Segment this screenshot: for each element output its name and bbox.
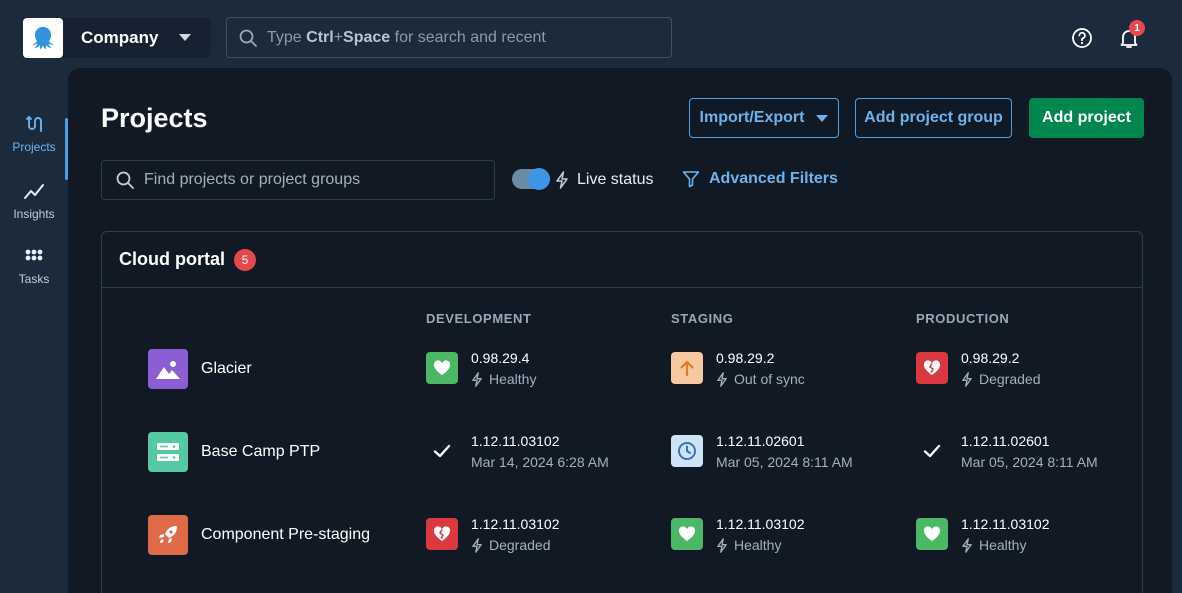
arrow-up-icon — [680, 360, 694, 377]
lightning-icon — [962, 371, 972, 387]
help-icon — [1072, 28, 1092, 48]
space-name: Company — [81, 28, 159, 47]
global-search-placeholder: Type Ctrl+Space for search and recent — [267, 28, 546, 46]
nav-item-insights[interactable]: Insights — [0, 181, 68, 243]
broken-heart-icon — [433, 526, 451, 541]
rocket-icon — [159, 526, 177, 543]
status-badge-degraded — [426, 518, 458, 550]
add-project-button[interactable]: Add project — [1029, 98, 1144, 138]
release-version: 1.12.11.02601 — [961, 433, 1050, 449]
lightning-icon — [472, 371, 482, 387]
status-badge-success — [426, 435, 458, 467]
page-title: Projects — [101, 103, 208, 133]
lightning-icon — [962, 537, 972, 553]
deployment-status: Healthy — [471, 371, 536, 387]
projects-icon — [26, 116, 42, 132]
lightning-icon — [717, 371, 727, 387]
project-name[interactable]: Component Pre-staging — [201, 526, 370, 544]
deployment-status: Degraded — [471, 537, 551, 553]
release-version: 1.12.11.02601 — [716, 433, 805, 449]
toggle-knob — [528, 168, 550, 190]
lightning-icon — [717, 537, 727, 553]
status-badge-healthy — [916, 518, 948, 550]
import-export-label: Import/Export — [699, 109, 805, 126]
project-name[interactable]: Base Camp PTP — [201, 443, 320, 461]
live-status-label: Live status — [577, 171, 654, 188]
project-name[interactable]: Glacier — [201, 360, 252, 378]
release-version: 1.12.11.03102 — [961, 516, 1050, 532]
column-header-staging: STAGING — [671, 311, 734, 326]
deployment-status: Mar 14, 2024 6:28 AM — [471, 454, 609, 470]
main-panel: Projects Import/Export Add project group… — [68, 68, 1172, 593]
caret-down-icon — [816, 114, 829, 122]
broken-heart-icon — [923, 360, 941, 375]
status-badge-outofsync — [671, 352, 703, 384]
project-logo[interactable] — [148, 432, 188, 472]
mountain-image-icon — [156, 361, 180, 379]
checkmark-icon — [433, 444, 451, 458]
status-badge-queued — [671, 435, 703, 467]
deployment-status: Healthy — [961, 537, 1026, 553]
clock-icon — [678, 442, 696, 460]
chart-line-icon — [24, 184, 44, 199]
caret-down-icon — [179, 34, 191, 41]
project-row[interactable]: Glacier 0.98.29.4 Healthy 0.98.29.2 Out of s… — [102, 349, 1142, 409]
server-icon — [157, 443, 179, 461]
deployment-status: Healthy — [716, 537, 781, 553]
deployment-status: Degraded — [961, 371, 1041, 387]
project-group-title: Cloud portal — [119, 249, 225, 269]
heart-icon — [433, 360, 451, 375]
column-header-production: PRODUCTION — [916, 311, 1010, 326]
release-version: 0.98.29.2 — [961, 350, 1020, 366]
advanced-filters-label: Advanced Filters — [709, 170, 838, 187]
lightning-icon — [472, 537, 482, 553]
import-export-button[interactable]: Import/Export — [689, 98, 839, 138]
nav-label-tasks: Tasks — [18, 272, 50, 286]
release-version: 1.12.11.03102 — [471, 433, 560, 449]
release-version: 0.98.29.2 — [716, 350, 775, 366]
search-icon — [116, 171, 134, 189]
project-search-input[interactable]: Find projects or project groups — [101, 160, 495, 200]
octopus-logo[interactable] — [23, 18, 63, 58]
column-header-development: DEVELOPMENT — [426, 311, 532, 326]
project-row[interactable]: Base Camp PTP 1.12.11.03102 Mar 14, 2024 6… — [102, 432, 1142, 492]
project-row[interactable]: Component Pre-staging 1.12.11.03102 Degrad… — [102, 515, 1142, 575]
live-status-toggle[interactable] — [512, 168, 550, 190]
project-search-placeholder: Find projects or project groups — [144, 171, 361, 188]
nav-label-insights: Insights — [13, 207, 55, 221]
deployment-status: Mar 05, 2024 8:11 AM — [716, 454, 853, 470]
heart-icon — [678, 526, 696, 541]
advanced-filters-link[interactable]: Advanced Filters — [682, 170, 838, 188]
project-group-count-badge: 5 — [234, 248, 256, 271]
release-version: 1.12.11.03102 — [716, 516, 805, 532]
notification-badge: 1 — [1129, 20, 1145, 36]
deployment-status: Out of sync — [716, 371, 805, 387]
search-icon — [239, 29, 257, 47]
status-badge-healthy — [426, 352, 458, 384]
add-project-group-button[interactable]: Add project group — [855, 98, 1012, 138]
release-version: 0.98.29.4 — [471, 350, 530, 366]
filter-icon — [682, 171, 700, 188]
checkmark-icon — [923, 444, 941, 458]
status-badge-degraded — [916, 352, 948, 384]
project-logo[interactable] — [148, 349, 188, 389]
space-switcher[interactable]: Company — [63, 18, 211, 58]
project-group-card: Cloud portal 5 DEVELOPMENT STAGING PRODU… — [101, 231, 1143, 593]
status-badge-success — [916, 435, 948, 467]
project-logo[interactable] — [148, 515, 188, 555]
octopus-icon — [32, 27, 54, 50]
project-group-header[interactable]: Cloud portal 5 — [102, 232, 1142, 288]
grid-dots-icon — [25, 249, 43, 261]
top-bar: Company Type Ctrl+Space for search and r… — [0, 0, 1182, 68]
nav-item-projects[interactable]: Projects — [0, 114, 68, 180]
nav-label-projects: Projects — [12, 140, 56, 154]
nav-item-tasks[interactable]: Tasks — [0, 248, 68, 310]
release-version: 1.12.11.03102 — [471, 516, 560, 532]
heart-icon — [923, 526, 941, 541]
deployment-status: Mar 05, 2024 8:11 AM — [961, 454, 1098, 470]
lightning-icon — [556, 171, 568, 189]
status-badge-healthy — [671, 518, 703, 550]
help-button[interactable] — [1071, 27, 1093, 54]
global-search-input[interactable]: Type Ctrl+Space for search and recent — [226, 17, 672, 58]
